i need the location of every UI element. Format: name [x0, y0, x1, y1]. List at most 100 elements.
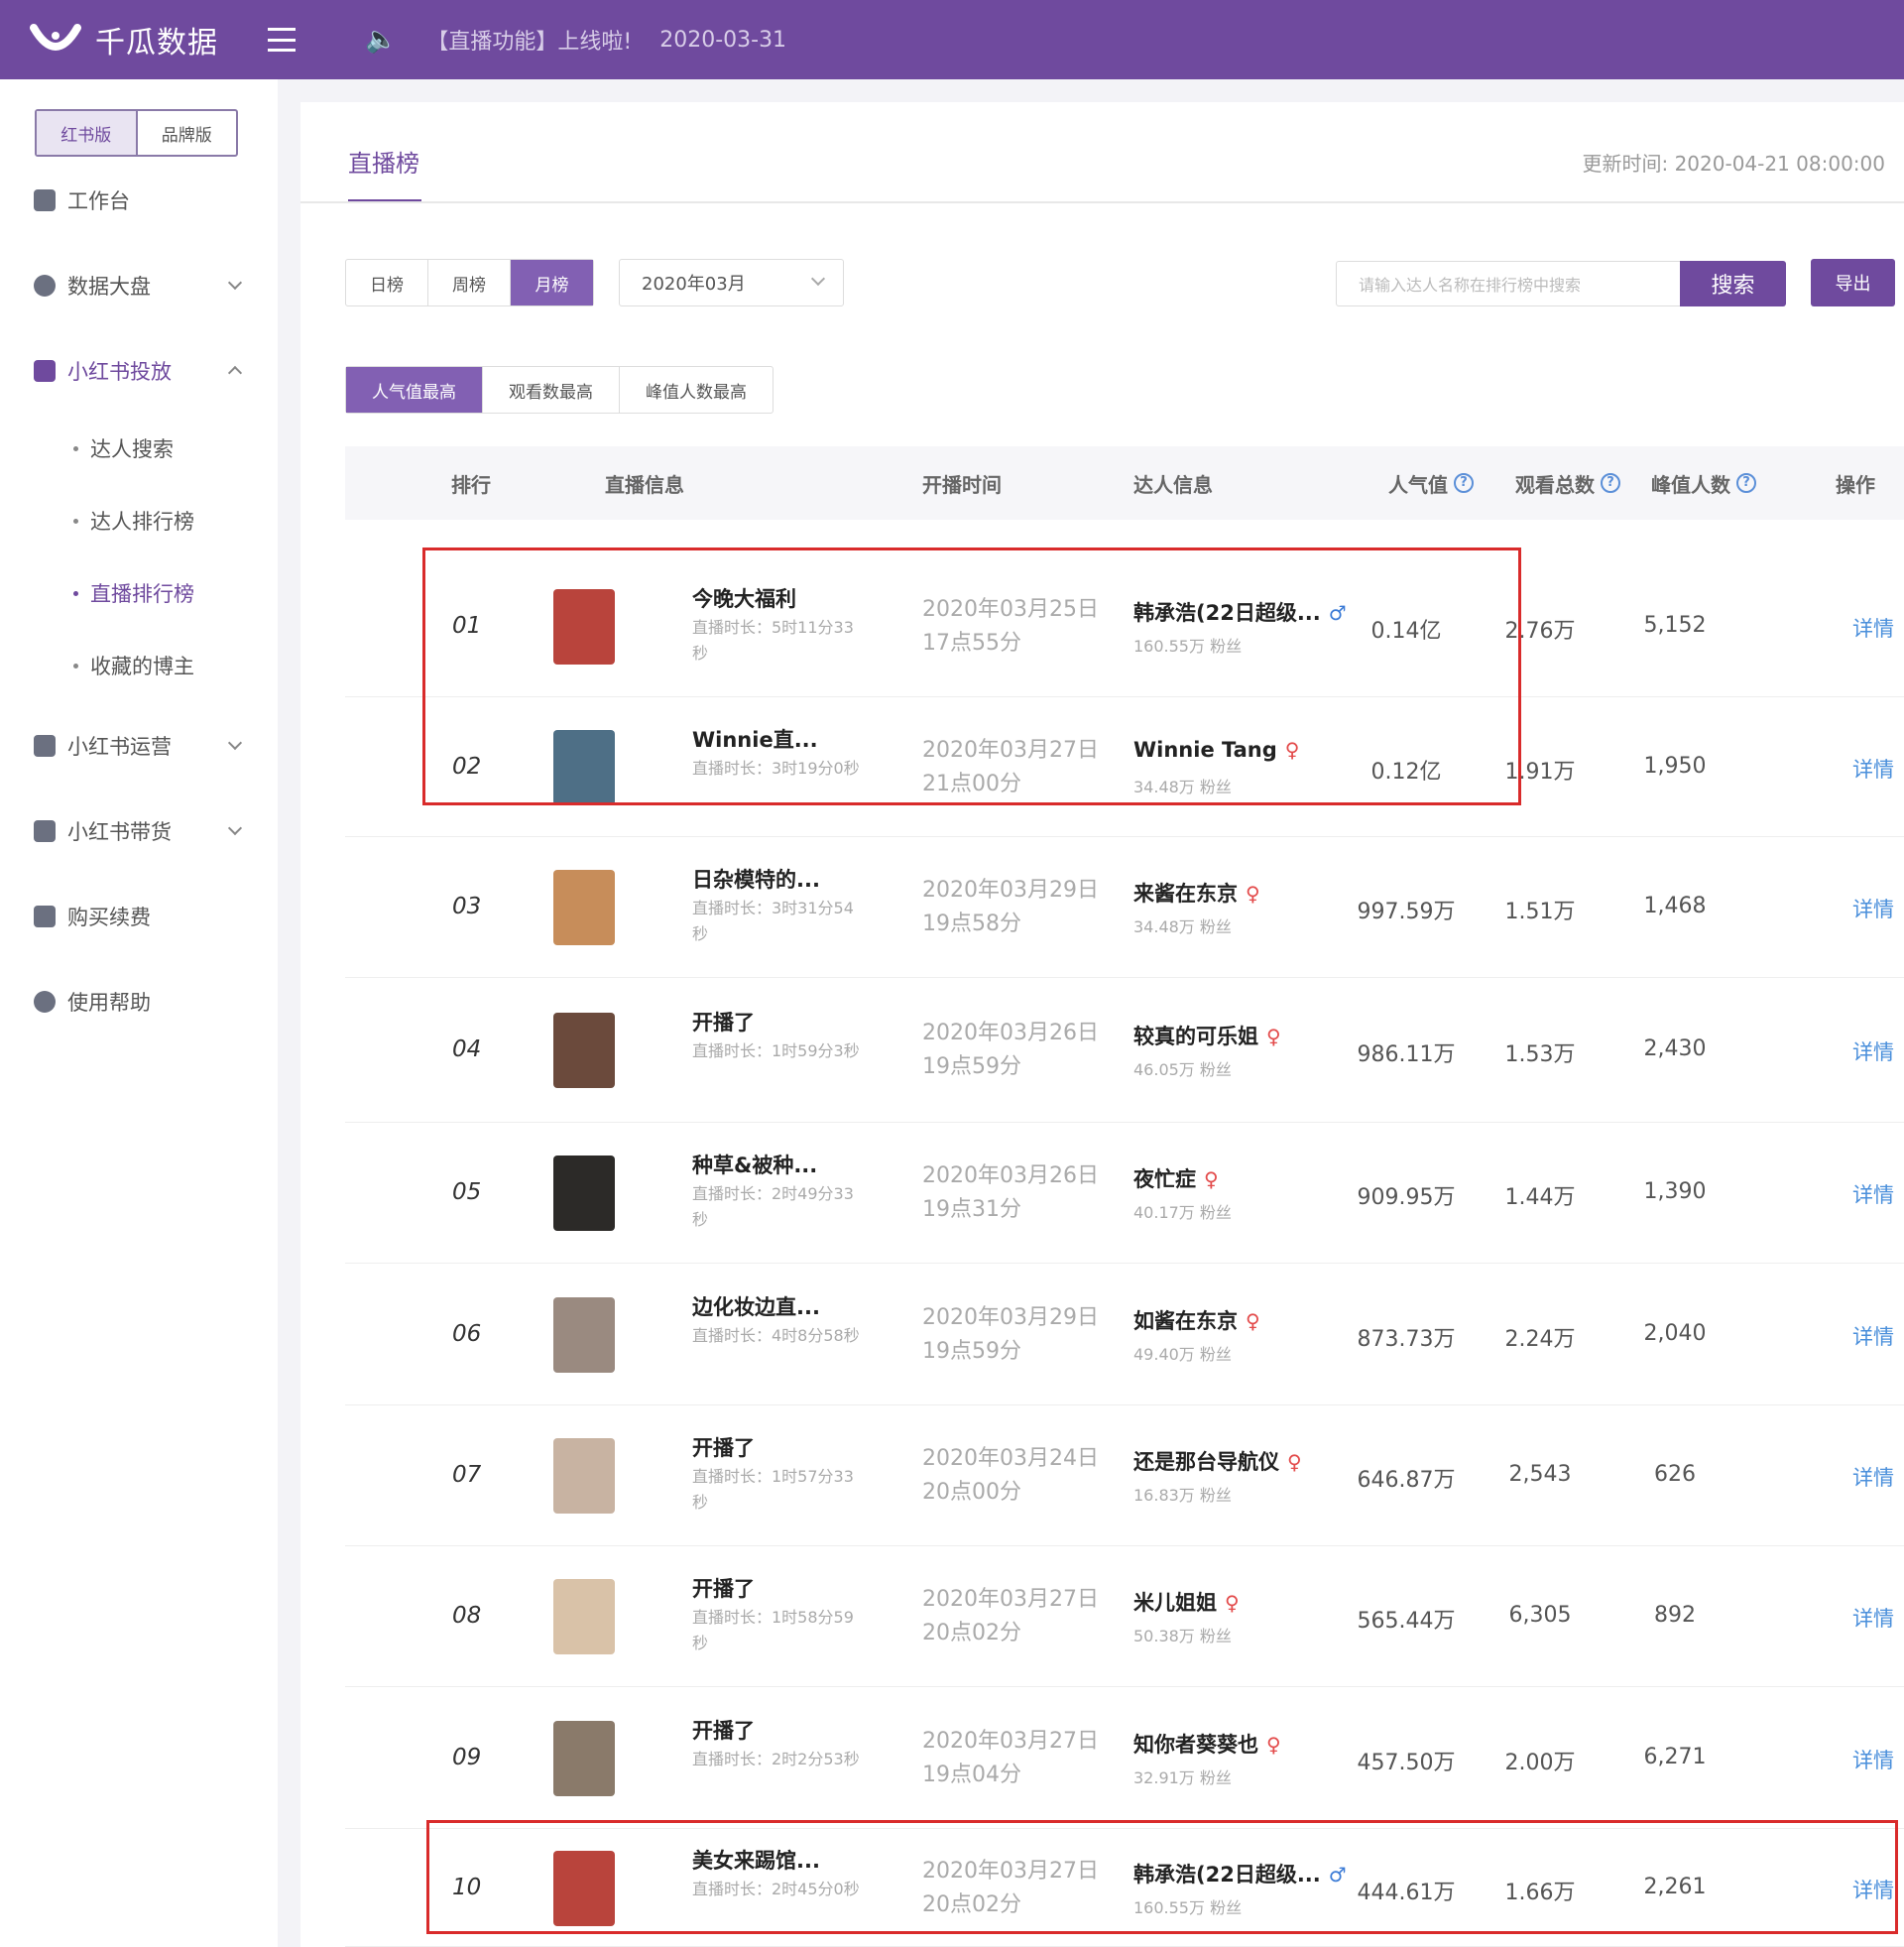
avatar[interactable]	[553, 1721, 615, 1796]
tab-sort-views[interactable]: 观看数最高	[483, 367, 620, 413]
month-select[interactable]: 2020年03月	[619, 259, 844, 306]
avatar[interactable]	[553, 1156, 615, 1231]
help-icon[interactable]: ?	[1736, 473, 1756, 493]
popularity-value: 457.50万	[1357, 1751, 1456, 1775]
top-bar: 千瓜数据 🔈 【直播功能】上线啦! 2020-03-31	[0, 0, 1904, 79]
kol-name[interactable]: 夜忙症 ♀	[1133, 1163, 1219, 1193]
kol-name[interactable]: 较真的可乐姐 ♀	[1133, 1021, 1281, 1050]
live-duration: 直播时长：1时59分3秒	[692, 1041, 860, 1060]
sidebar-subitem-label: 达人排行榜	[90, 510, 194, 534]
start-clock: 20点02分	[922, 1621, 1021, 1645]
sidebar-subitem-kol-ranking[interactable]: 达人排行榜	[0, 503, 278, 539]
notice-text[interactable]: 【直播功能】上线啦!	[426, 24, 632, 56]
detail-link[interactable]: 详情	[1852, 1179, 1894, 1209]
start-date: 2020年03月26日	[922, 1163, 1099, 1188]
live-title[interactable]: 开播了	[692, 1007, 755, 1036]
kol-name[interactable]: 还是那台导航仪 ♀	[1133, 1446, 1302, 1476]
detail-link[interactable]: 详情	[1852, 894, 1894, 923]
live-title[interactable]: 种草&被种...	[692, 1150, 817, 1179]
live-title[interactable]: 开播了	[692, 1715, 755, 1745]
avatar[interactable]	[553, 870, 615, 945]
start-date: 2020年03月27日	[922, 1587, 1099, 1612]
sidebar-item-workbench[interactable]: 工作台	[0, 181, 278, 220]
detail-link[interactable]: 详情	[1852, 1745, 1894, 1774]
tab-sort-peak[interactable]: 峰值人数最高	[620, 367, 773, 413]
table-row[interactable]: 09 开播了直播时长：2时2分53秒 2020年03月27日 19点04分 知你者葵葵也…	[345, 1687, 1904, 1829]
avatar[interactable]	[553, 1297, 615, 1373]
sidebar-item-label: 小红书运营	[67, 735, 172, 759]
tab-monthly[interactable]: 月榜	[511, 260, 593, 305]
tab-weekly[interactable]: 周榜	[428, 260, 511, 305]
start-clock: 19点58分	[922, 912, 1021, 936]
kol-name-text: 知你者葵葵也	[1133, 1733, 1258, 1757]
sidebar-item-dashboard[interactable]: 数据大盘	[0, 266, 278, 305]
peak-value: 2,040	[1643, 1321, 1707, 1346]
search-button[interactable]: 搜索	[1680, 261, 1786, 306]
brand-logo[interactable]: 千瓜数据	[30, 18, 218, 61]
kol-fans: 34.48万 粉丝	[1133, 917, 1232, 936]
edition-red-book[interactable]: 红书版	[37, 111, 138, 155]
sidebar-subitem-favorites[interactable]: 收藏的博主	[0, 648, 278, 683]
column-header-start-time: 开播时间	[922, 472, 1002, 497]
kol-name-text: 夜忙症	[1133, 1167, 1196, 1191]
update-time: 更新时间: 2020-04-21 08:00:00	[1582, 152, 1885, 176]
sidebar-item-help[interactable]: 使用帮助	[0, 982, 278, 1022]
kol-fans: 46.05万 粉丝	[1133, 1060, 1232, 1079]
column-header-label: 观看总数	[1515, 472, 1595, 497]
detail-link[interactable]: 详情	[1852, 1603, 1894, 1633]
start-date: 2020年03月24日	[922, 1446, 1099, 1471]
kol-name-text: 较真的可乐姐	[1133, 1025, 1258, 1048]
table-row[interactable]: 05 种草&被种... 直播时长：2时49分33秒 2020年03月26日 19点31分…	[345, 1123, 1904, 1264]
rank-number: 09	[452, 1745, 482, 1770]
detail-link[interactable]: 详情	[1852, 1462, 1894, 1492]
export-button[interactable]: 导出	[1811, 259, 1895, 306]
kol-name[interactable]: 如酱在东京 ♀	[1133, 1305, 1260, 1335]
avatar[interactable]	[553, 1579, 615, 1654]
avatar[interactable]	[553, 1013, 615, 1088]
peak-value: 2,430	[1643, 1036, 1707, 1061]
sidebar-item-placement[interactable]: 小红书投放	[0, 351, 278, 391]
tab-sort-popularity[interactable]: 人气值最高	[346, 367, 483, 413]
kol-fans: 32.91万 粉丝	[1133, 1768, 1232, 1787]
start-time: 2020年03月27日 19点04分	[922, 1725, 1101, 1792]
table-row[interactable]: 07 开播了 直播时长：1时57分33秒 2020年03月24日 20点00分 还是那台导…	[345, 1405, 1904, 1546]
sidebar-item-operations[interactable]: 小红书运营	[0, 726, 278, 766]
detail-link[interactable]: 详情	[1852, 613, 1894, 643]
menu-toggle-icon[interactable]	[268, 28, 296, 52]
edition-brand[interactable]: 品牌版	[138, 111, 237, 155]
column-header-label: 人气值	[1388, 472, 1448, 497]
sidebar-item-purchase[interactable]: 购买续费	[0, 897, 278, 936]
start-time: 2020年03月27日 20点02分	[922, 1583, 1101, 1650]
sidebar-subitem-kol-search[interactable]: 达人搜索	[0, 430, 278, 466]
start-date: 2020年03月27日	[922, 1729, 1099, 1754]
sidebar-item-commerce[interactable]: 小红书带货	[0, 811, 278, 851]
avatar[interactable]	[553, 1438, 615, 1514]
tab-daily[interactable]: 日榜	[346, 260, 428, 305]
female-icon: ♀	[1246, 1309, 1260, 1333]
peak-value: 892	[1654, 1603, 1696, 1628]
table-row[interactable]: 08 开播了 直播时长：1时58分59秒 2020年03月27日 20点02分 米儿姐姐 ♀…	[345, 1546, 1904, 1687]
tab-live-ranking[interactable]: 直播榜	[348, 144, 419, 179]
kol-name[interactable]: 来酱在东京 ♀	[1133, 878, 1260, 908]
rank-number: 05	[452, 1179, 482, 1205]
table-row[interactable]: 04 开播了 直播时长：1时59分3秒 2020年03月26日 19点59分 较真的可乐姐…	[345, 978, 1904, 1123]
kol-name[interactable]: 知你者葵葵也 ♀	[1133, 1729, 1281, 1759]
help-icon[interactable]: ?	[1454, 473, 1474, 493]
sidebar-item-label: 工作台	[67, 189, 130, 213]
live-title[interactable]: 开播了	[692, 1573, 755, 1603]
table-row[interactable]: 06 边化妆边直... 直播时长：4时8分58秒 2020年03月29日 19点59分 如…	[345, 1264, 1904, 1405]
live-duration: 直播时长：2时2分53秒	[692, 1750, 860, 1768]
live-title[interactable]: 边化妆边直...	[692, 1291, 820, 1321]
table-row[interactable]: 03 日杂模特的... 直播时长：3时31分54秒 2020年03月29日 19点58分…	[345, 837, 1904, 978]
help-icon[interactable]: ?	[1601, 473, 1620, 493]
kol-name[interactable]: 米儿姐姐 ♀	[1133, 1587, 1240, 1617]
start-time: 2020年03月29日 19点58分	[922, 874, 1101, 941]
detail-link[interactable]: 详情	[1852, 754, 1894, 784]
live-title[interactable]: 开播了	[692, 1432, 755, 1462]
live-title[interactable]: 日杂模特的...	[692, 864, 820, 894]
search-input[interactable]: 请输入达人名称在排行榜中搜索	[1336, 261, 1681, 306]
sidebar-subitem-live-ranking[interactable]: 直播排行榜	[0, 575, 278, 611]
detail-link[interactable]: 详情	[1852, 1321, 1894, 1351]
detail-link[interactable]: 详情	[1852, 1036, 1894, 1066]
sidebar-item-label: 小红书带货	[67, 820, 172, 844]
